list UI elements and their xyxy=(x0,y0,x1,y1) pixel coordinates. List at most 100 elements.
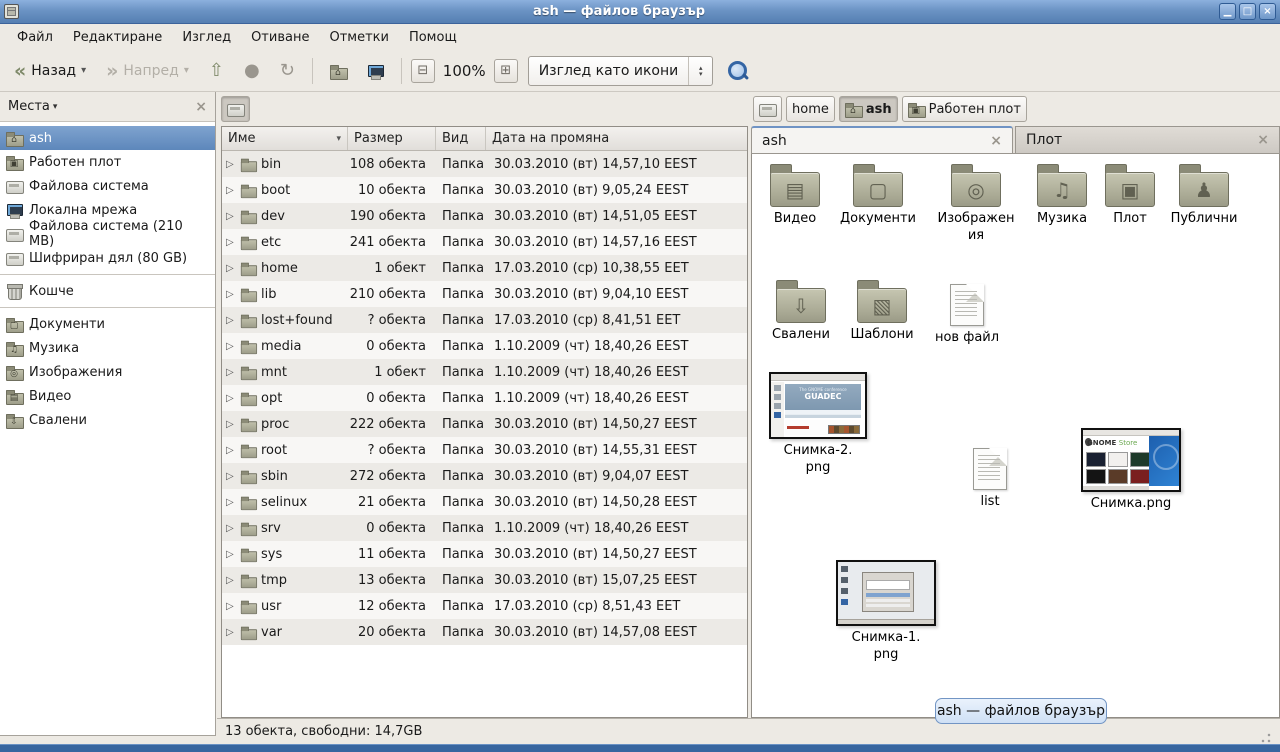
table-row[interactable]: ▷ tmp 13 обекта Папка 30.03.2010 (вт) 15… xyxy=(222,567,747,593)
path-button-Работен плот[interactable]: ▣ Работен плот xyxy=(902,96,1027,122)
drive-icon xyxy=(6,226,23,242)
path-button-root[interactable] xyxy=(753,96,782,122)
expander-icon[interactable]: ▷ xyxy=(226,315,236,326)
icon-item-Публични[interactable]: ♟ Публични xyxy=(1164,162,1244,227)
expander-icon[interactable]: ▷ xyxy=(226,627,236,638)
column-header-type[interactable]: Вид xyxy=(436,127,486,150)
icon-item-Музика[interactable]: ♫ Музика xyxy=(1026,162,1098,227)
sidebar-item-Файлова система[interactable]: Файлова система xyxy=(0,174,215,198)
icon-item-Шаблони[interactable]: ▧ Шаблони xyxy=(842,278,922,343)
close-button[interactable]: × xyxy=(1259,3,1276,20)
table-row[interactable]: ▷ media 0 обекта Папка 1.10.2009 (чт) 18… xyxy=(222,333,747,359)
view-mode-select[interactable]: Изглед като икони ▴▾ xyxy=(528,56,714,86)
icon-item-Видео[interactable]: ▤ Видео xyxy=(760,162,830,227)
table-row[interactable]: ▷ sys 11 обекта Папка 30.03.2010 (вт) 14… xyxy=(222,541,747,567)
sidebar-item-Работен плот[interactable]: ▣ Работен плот xyxy=(0,150,215,174)
table-row[interactable]: ▷ root ? обекта Папка 30.03.2010 (вт) 14… xyxy=(222,437,747,463)
icon-item-Снимка.png[interactable]: GNOME Store Снимка.png xyxy=(1076,428,1186,512)
minimize-button[interactable]: ▁ xyxy=(1219,3,1236,20)
table-row[interactable]: ▷ sbin 272 обекта Папка 30.03.2010 (вт) … xyxy=(222,463,747,489)
table-row[interactable]: ▷ home 1 обект Папка 17.03.2010 (ср) 10,… xyxy=(222,255,747,281)
up-button[interactable]: ⇧ xyxy=(201,55,232,86)
tab-close-icon[interactable]: × xyxy=(1237,132,1269,148)
sidebar-item-Музика[interactable]: ♫ Музика xyxy=(0,336,215,360)
expander-icon[interactable]: ▷ xyxy=(226,471,236,482)
root-path-button[interactable] xyxy=(221,96,250,122)
expander-icon[interactable]: ▷ xyxy=(226,341,236,352)
tab-ash[interactable]: ash × xyxy=(751,126,1013,153)
icon-item-Снимка-1.png[interactable]: Снимка-1. png xyxy=(832,560,940,663)
back-dropdown-icon[interactable]: ▾ xyxy=(81,65,86,76)
computer-button[interactable] xyxy=(359,58,392,84)
sidebar-item-Свалени[interactable]: ⇩ Свалени xyxy=(0,408,215,432)
expander-icon[interactable]: ▷ xyxy=(226,367,236,378)
table-row[interactable]: ▷ usr 12 обекта Папка 17.03.2010 (ср) 8,… xyxy=(222,593,747,619)
sidebar-item-Видео[interactable]: ▤ Видео xyxy=(0,384,215,408)
tab-close-icon[interactable]: × xyxy=(970,133,1002,149)
icon-item-нов файл[interactable]: нов файл xyxy=(928,278,1006,346)
expander-icon[interactable]: ▷ xyxy=(226,445,236,456)
expander-icon[interactable]: ▷ xyxy=(226,211,236,222)
sidebar-item-Изображения[interactable]: ◎ Изображения xyxy=(0,360,215,384)
table-row[interactable]: ▷ var 20 обекта Папка 30.03.2010 (вт) 14… xyxy=(222,619,747,645)
table-row[interactable]: ▷ dev 190 обекта Папка 30.03.2010 (вт) 1… xyxy=(222,203,747,229)
table-row[interactable]: ▷ etc 241 обекта Папка 30.03.2010 (вт) 1… xyxy=(222,229,747,255)
table-row[interactable]: ▷ boot 10 обекта Папка 30.03.2010 (вт) 9… xyxy=(222,177,747,203)
maximize-button[interactable]: □ xyxy=(1239,3,1256,20)
reload-button[interactable]: ↻ xyxy=(272,55,303,86)
home-button[interactable]: ⌂ xyxy=(322,58,355,84)
column-header-date[interactable]: Дата на промяна xyxy=(486,127,747,150)
tab-Плот[interactable]: Плот × xyxy=(1015,126,1280,153)
expander-icon[interactable]: ▷ xyxy=(226,549,236,560)
expander-icon[interactable]: ▷ xyxy=(226,601,236,612)
expander-icon[interactable]: ▷ xyxy=(226,393,236,404)
taskbar-window-button[interactable]: ash — файлов браузър xyxy=(935,698,1107,724)
icon-item-Снимка-2.png[interactable]: The GNOME conferenceGUADEC Снимка-2. png xyxy=(766,372,870,476)
expander-icon[interactable]: ▷ xyxy=(226,237,236,248)
expander-icon[interactable]: ▷ xyxy=(226,289,236,300)
sidebar-item-Документи[interactable]: ▢ Документи xyxy=(0,312,215,336)
icon-item-list[interactable]: list xyxy=(952,442,1028,510)
table-row[interactable]: ▷ opt 0 обекта Папка 1.10.2009 (чт) 18,4… xyxy=(222,385,747,411)
icon-item-Плот[interactable]: ▣ Плот xyxy=(1100,162,1160,227)
column-header-size[interactable]: Размер xyxy=(348,127,436,150)
expander-icon[interactable]: ▷ xyxy=(226,419,236,430)
table-row[interactable]: ▷ lib 210 обекта Папка 30.03.2010 (вт) 9… xyxy=(222,281,747,307)
menu-item[interactable]: Отиване xyxy=(242,27,318,48)
icon-item-Свалени[interactable]: ⇩ Свалени xyxy=(764,278,838,343)
table-row[interactable]: ▷ lost+found ? обекта Папка 17.03.2010 (… xyxy=(222,307,747,333)
sidebar-item-Шифриран дял (80 GB)[interactable]: Шифриран дял (80 GB) xyxy=(0,246,215,270)
table-row[interactable]: ▷ bin 108 обекта Папка 30.03.2010 (вт) 1… xyxy=(222,151,747,177)
table-row[interactable]: ▷ mnt 1 обект Папка 1.10.2009 (чт) 18,40… xyxy=(222,359,747,385)
zoom-out-button[interactable]: ⊟ xyxy=(411,59,435,83)
expander-icon[interactable]: ▷ xyxy=(226,263,236,274)
icon-item-Изображения[interactable]: ◎ Изображен ия xyxy=(930,162,1022,244)
path-button-ash[interactable]: ⌂ ash xyxy=(839,96,898,122)
icon-item-Документи[interactable]: ▢ Документи xyxy=(832,162,924,227)
expander-icon[interactable]: ▷ xyxy=(226,185,236,196)
back-button[interactable]: « Назад ▾ xyxy=(6,57,94,85)
expander-icon[interactable]: ▷ xyxy=(226,575,236,586)
menu-item[interactable]: Помощ xyxy=(400,27,466,48)
menu-item[interactable]: Изглед xyxy=(173,27,240,48)
table-row[interactable]: ▷ selinux 21 обекта Папка 30.03.2010 (вт… xyxy=(222,489,747,515)
table-row[interactable]: ▷ srv 0 обекта Папка 1.10.2009 (чт) 18,4… xyxy=(222,515,747,541)
menu-item[interactable]: Отметки xyxy=(320,27,397,48)
menu-item[interactable]: Редактиране xyxy=(64,27,171,48)
sidebar-close-icon[interactable]: × xyxy=(195,99,207,115)
chevron-down-icon[interactable]: ▾ xyxy=(53,102,58,112)
expander-icon[interactable]: ▷ xyxy=(226,159,236,170)
zoom-in-button[interactable]: ⊞ xyxy=(494,59,518,83)
expander-icon[interactable]: ▷ xyxy=(226,523,236,534)
table-row[interactable]: ▷ proc 222 обекта Папка 30.03.2010 (вт) … xyxy=(222,411,747,437)
menu-item[interactable]: Файл xyxy=(8,27,62,48)
sidebar-item-Файлова система (210 MB)[interactable]: Файлова система (210 MB) xyxy=(0,222,215,246)
search-button[interactable] xyxy=(727,60,749,82)
column-header-name[interactable]: Име ▾ xyxy=(222,127,348,150)
expander-icon[interactable]: ▷ xyxy=(226,497,236,508)
sidebar-item-Кошче[interactable]: Кошче xyxy=(0,279,215,303)
resize-grip[interactable] xyxy=(1260,732,1272,744)
path-button-home[interactable]: home xyxy=(786,96,835,122)
sidebar-item-ash[interactable]: ⌂ ash xyxy=(0,126,215,150)
spinner-icon[interactable]: ▴▾ xyxy=(688,57,712,85)
